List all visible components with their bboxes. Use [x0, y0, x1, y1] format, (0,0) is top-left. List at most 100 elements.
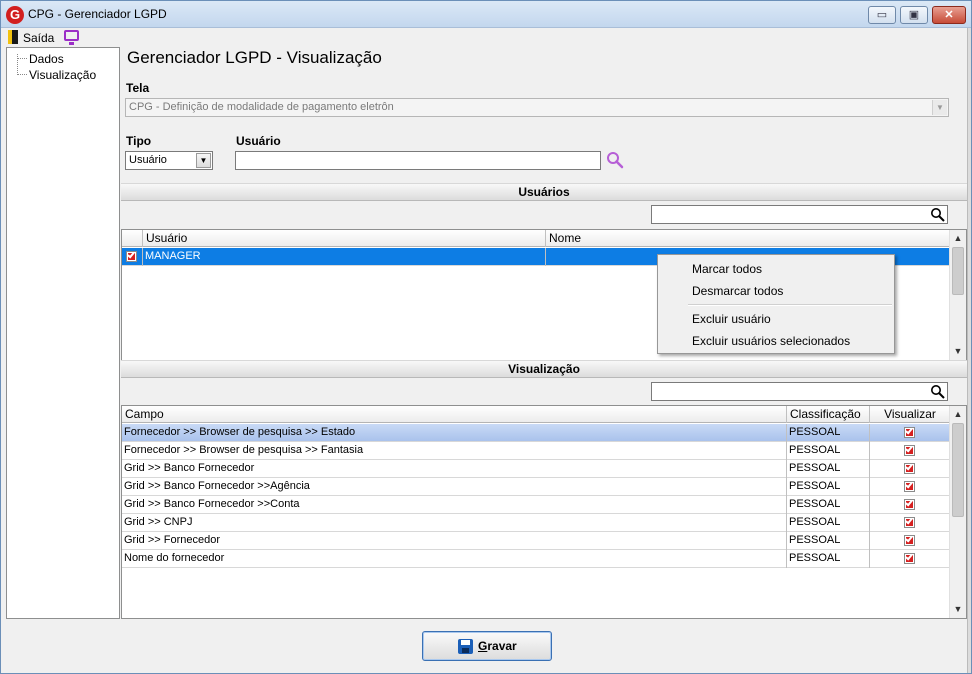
- search-icon[interactable]: [930, 207, 945, 222]
- scroll-up-arrow-icon[interactable]: ▲: [950, 406, 966, 422]
- save-button-label: Gravar: [478, 639, 517, 653]
- campo-cell: Grid >> Banco Fornecedor >>Conta: [122, 496, 787, 514]
- title-bar[interactable]: G CPG - Gerenciador LGPD ▭ ▣ ✕: [1, 1, 971, 28]
- column-header-visualizar[interactable]: Visualizar: [870, 406, 951, 423]
- visualizar-checkbox[interactable]: [904, 426, 915, 438]
- visualizacao-search-input[interactable]: [651, 382, 948, 401]
- classificacao-cell: PESSOAL: [787, 460, 870, 478]
- column-header-check[interactable]: [122, 230, 143, 247]
- usuario-label: Usuário: [236, 134, 281, 148]
- campo-cell: Fornecedor >> Browser de pesquisa >> Fan…: [122, 442, 787, 460]
- visualizacao-grid: Campo Classificação Visualizar Fornecedo…: [121, 405, 967, 619]
- tree-item-dados[interactable]: Dados: [29, 52, 64, 66]
- chevron-down-icon: ▼: [932, 100, 947, 115]
- table-row[interactable]: Grid >> Banco Fornecedor >>Agência PESSO…: [122, 478, 951, 496]
- classificacao-cell: PESSOAL: [787, 442, 870, 460]
- campo-cell: Grid >> Banco Fornecedor >>Agência: [122, 478, 787, 496]
- usuario-cell: MANAGER: [143, 248, 546, 266]
- table-row[interactable]: Fornecedor >> Browser de pesquisa >> Est…: [122, 424, 951, 442]
- tipo-select[interactable]: Usuário ▼: [125, 151, 213, 170]
- tree-item-visualizacao[interactable]: Visualização: [29, 68, 96, 82]
- classificacao-cell: PESSOAL: [787, 550, 870, 568]
- visualizar-cell[interactable]: [870, 550, 951, 568]
- usuarios-grid-header: Usuário Nome: [122, 230, 951, 247]
- row-checkbox[interactable]: [126, 250, 137, 262]
- tela-select-value: CPG - Definição de modalidade de pagamen…: [129, 101, 394, 113]
- visualizacao-grid-header: Campo Classificação Visualizar: [122, 406, 951, 423]
- menu-bar: Saída: [1, 28, 971, 47]
- menu-item-desmarcar-todos[interactable]: Desmarcar todos: [692, 284, 783, 298]
- scroll-up-arrow-icon[interactable]: ▲: [950, 230, 966, 246]
- visualizacao-section-header: Visualização: [121, 360, 967, 378]
- column-header-classificacao[interactable]: Classificação: [787, 406, 870, 423]
- menu-item-excluir-usuario[interactable]: Excluir usuário: [692, 312, 771, 326]
- menu-item-excluir-selecionados[interactable]: Excluir usuários selecionados: [692, 334, 850, 348]
- table-row[interactable]: Grid >> Banco Fornecedor PESSOAL: [122, 460, 951, 478]
- app-window: G CPG - Gerenciador LGPD ▭ ▣ ✕ Saída Dad…: [0, 0, 972, 674]
- usuario-input[interactable]: [235, 151, 601, 170]
- visualizar-checkbox[interactable]: [904, 534, 915, 546]
- scroll-thumb[interactable]: [952, 247, 964, 295]
- minimize-button[interactable]: ▭: [868, 6, 896, 24]
- close-button[interactable]: ✕: [932, 6, 966, 24]
- usuarios-section-header: Usuários: [121, 183, 967, 201]
- visualizacao-scrollbar[interactable]: ▲ ▼: [949, 406, 966, 618]
- column-header-campo[interactable]: Campo: [122, 406, 787, 423]
- window-title: CPG - Gerenciador LGPD: [28, 7, 167, 21]
- visualizar-cell[interactable]: [870, 442, 951, 460]
- tipo-label: Tipo: [126, 134, 152, 148]
- classificacao-cell: PESSOAL: [787, 532, 870, 550]
- classificacao-cell: PESSOAL: [787, 514, 870, 532]
- scroll-down-arrow-icon[interactable]: ▼: [950, 601, 966, 617]
- table-row[interactable]: Grid >> CNPJ PESSOAL: [122, 514, 951, 532]
- campo-cell: Grid >> CNPJ: [122, 514, 787, 532]
- page-title: Gerenciador LGPD - Visualização: [127, 48, 382, 67]
- floppy-disk-icon: [458, 639, 473, 654]
- scroll-down-arrow-icon[interactable]: ▼: [950, 343, 966, 359]
- visualizar-checkbox[interactable]: [904, 498, 915, 510]
- maximize-button[interactable]: ▣: [900, 6, 928, 24]
- column-header-nome[interactable]: Nome: [546, 230, 951, 247]
- visualizar-cell[interactable]: [870, 460, 951, 478]
- row-check-cell[interactable]: [122, 248, 143, 266]
- tela-select: CPG - Definição de modalidade de pagamen…: [125, 98, 949, 117]
- visualizar-checkbox[interactable]: [904, 552, 915, 564]
- search-icon[interactable]: [930, 384, 945, 399]
- visualizar-cell[interactable]: [870, 514, 951, 532]
- column-header-usuario[interactable]: Usuário: [143, 230, 546, 247]
- table-row[interactable]: Nome do fornecedor PESSOAL: [122, 550, 951, 568]
- save-button[interactable]: Gravar: [422, 631, 552, 661]
- context-menu: Marcar todos Desmarcar todos Excluir usu…: [657, 254, 895, 354]
- chevron-down-icon[interactable]: ▼: [196, 153, 211, 168]
- table-row[interactable]: Grid >> Fornecedor PESSOAL: [122, 532, 951, 550]
- tree-connector: [17, 74, 27, 75]
- table-row[interactable]: Grid >> Banco Fornecedor >>Conta PESSOAL: [122, 496, 951, 514]
- monitor-icon[interactable]: [64, 30, 79, 45]
- campo-cell: Grid >> Banco Fornecedor: [122, 460, 787, 478]
- classificacao-cell: PESSOAL: [787, 478, 870, 496]
- right-edge-scroll-area: [967, 28, 971, 673]
- visualizar-checkbox[interactable]: [904, 480, 915, 492]
- search-icon[interactable]: [606, 151, 624, 169]
- classificacao-cell: PESSOAL: [787, 424, 870, 442]
- tree-connector: [17, 58, 27, 59]
- visualizar-cell[interactable]: [870, 424, 951, 442]
- usuarios-search-input[interactable]: [651, 205, 948, 224]
- usuarios-scrollbar[interactable]: ▲ ▼: [949, 230, 966, 360]
- menu-separator: [688, 304, 892, 306]
- visualizar-cell[interactable]: [870, 496, 951, 514]
- exit-menu-item[interactable]: Saída: [23, 31, 54, 45]
- visualizar-checkbox[interactable]: [904, 462, 915, 474]
- menu-item-marcar-todos[interactable]: Marcar todos: [692, 262, 762, 276]
- navigation-tree: Dados Visualização: [6, 47, 120, 619]
- tela-label: Tela: [126, 81, 150, 95]
- visualizar-cell[interactable]: [870, 532, 951, 550]
- scroll-thumb[interactable]: [952, 423, 964, 517]
- table-row[interactable]: Fornecedor >> Browser de pesquisa >> Fan…: [122, 442, 951, 460]
- exit-door-icon[interactable]: [8, 30, 18, 44]
- visualizar-checkbox[interactable]: [904, 444, 915, 456]
- visualizar-checkbox[interactable]: [904, 516, 915, 528]
- app-logo-icon: G: [6, 6, 24, 24]
- tipo-select-value: Usuário: [129, 154, 167, 166]
- visualizar-cell[interactable]: [870, 478, 951, 496]
